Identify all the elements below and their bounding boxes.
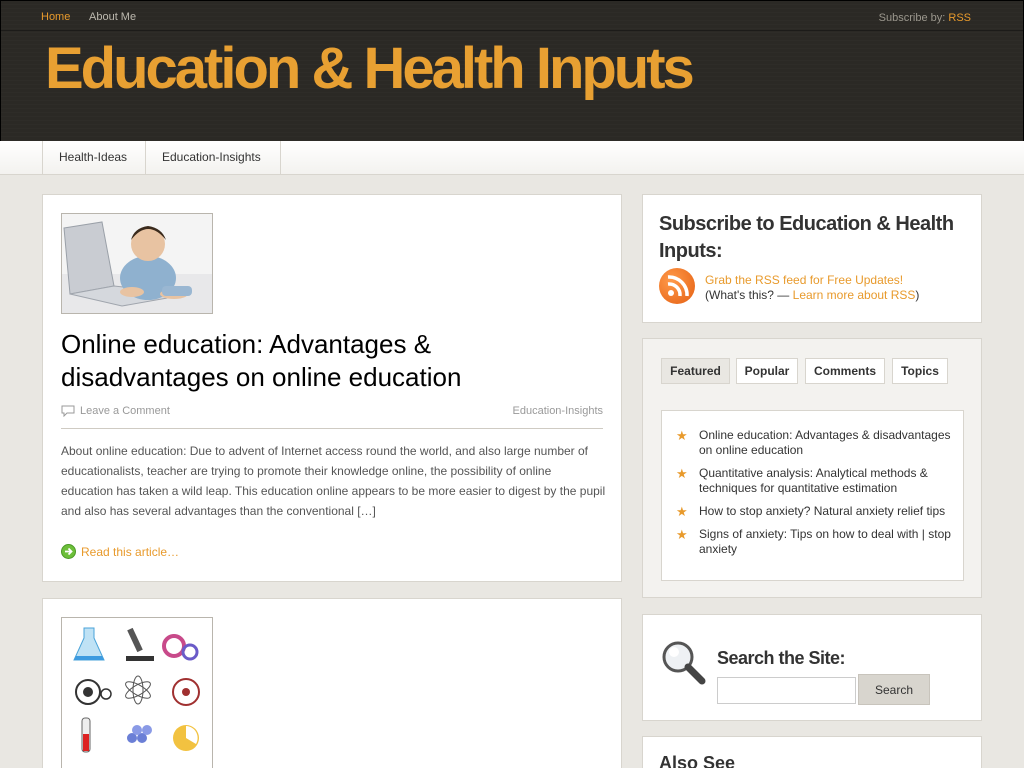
science-icons-image [62,618,212,768]
top-bar: Home About Me Subscribe by: RSS [1,1,1023,31]
subscribe-heading: Subscribe to Education & Health Inputs: [659,213,954,262]
search-widget: Search the Site: Search [642,614,982,721]
post-thumbnail-science-icons[interactable] [61,617,213,768]
star-icon: ★ [676,428,688,443]
post-thumbnail-child-laptop[interactable] [61,213,213,314]
site-title[interactable]: Education & Health Inputs [45,37,695,101]
also-see-heading: Also See [659,753,736,768]
rss-whats-prefix: (What's this? — [705,288,793,302]
star-icon: ★ [676,504,688,519]
tab-featured[interactable]: Featured [661,358,730,384]
category-health-ideas[interactable]: Health-Ideas [42,141,146,174]
rss-whats-this: (What's this? — Learn more about RSS) [705,288,919,302]
search-input[interactable] [717,677,856,704]
leave-comment-link[interactable]: Leave a Comment [80,405,170,417]
tab-comments[interactable]: Comments [805,358,885,384]
post-online-education: Online education: Advantages & disadvant… [42,194,622,582]
search-button[interactable]: Search [858,674,930,705]
star-icon: ★ [676,527,688,542]
subscribe-rss-link[interactable]: RSS [948,12,971,24]
child-laptop-image [62,214,212,313]
search-heading: Search the Site: [717,648,846,668]
tab-topics[interactable]: Topics [892,358,948,384]
rss-grab-link[interactable]: Grab the RSS feed for Free Updates! [705,273,903,287]
featured-panel: ★ Online education: Advantages & disadva… [661,410,964,581]
featured-item-label: Online education: Advantages & disadvant… [699,428,951,457]
post-excerpt: About online education: Due to advent of… [61,444,606,518]
post-title[interactable]: Online education: Advantages & disadvant… [61,328,581,394]
featured-item-label: How to stop anxiety? Natural anxiety rel… [699,504,946,518]
nav-about-link[interactable]: About Me [89,11,136,23]
subscribe-widget: Subscribe to Education & Health Inputs: … [642,194,982,323]
read-article-label: Read this article… [81,545,180,559]
arrow-right-icon [61,544,76,559]
tabbed-widget: Featured Popular Comments Topics ★ Onlin… [642,338,982,598]
post-science [42,598,622,768]
tab-popular[interactable]: Popular [736,358,798,384]
post-category-link[interactable]: Education-Insights [513,405,604,417]
category-nav: Health-Ideas Education-Insights [0,141,1024,175]
category-education-insights[interactable]: Education-Insights [145,141,281,174]
rss-whats-suffix: ) [915,288,920,302]
nav-home-link[interactable]: Home [41,11,70,23]
magnifier-icon [662,641,706,685]
learn-rss-link[interactable]: Learn more about RSS [793,288,916,302]
site-header: Home About Me Subscribe by: RSS Educatio… [0,0,1024,141]
subscribe-by: Subscribe by: RSS [879,12,971,24]
star-icon: ★ [676,466,688,481]
also-see-widget: Also See [642,736,982,768]
post-meta: Leave a Comment Education-Insights [61,405,603,429]
subscribe-by-label: Subscribe by: [878,12,946,24]
rss-feed-icon[interactable] [659,268,695,304]
featured-item-label: Quantitative analysis: Analytical method… [699,466,928,495]
comment-icon [61,405,75,417]
featured-item-label: Signs of anxiety: Tips on how to deal wi… [699,527,951,556]
